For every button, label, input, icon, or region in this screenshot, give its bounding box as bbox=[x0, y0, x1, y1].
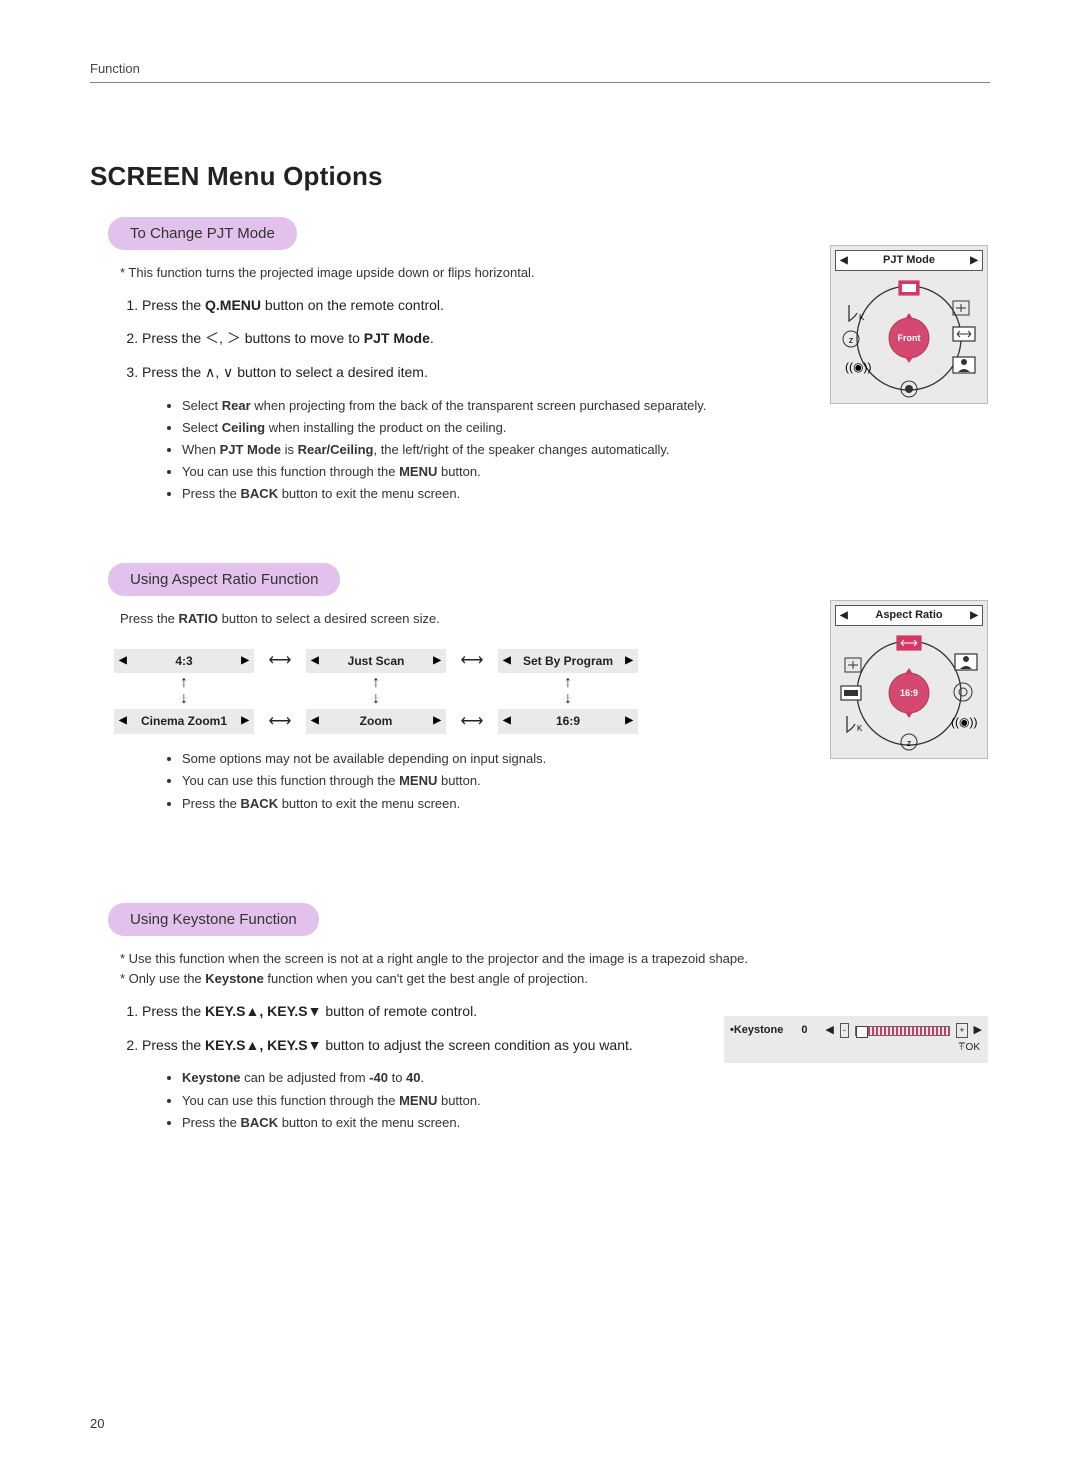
section-heading-keystone: Using Keystone Function bbox=[108, 903, 319, 936]
ratio-center-label: 16:9 bbox=[900, 688, 918, 698]
pjt-diagram-title: PJT Mode bbox=[883, 254, 935, 266]
pjt-step-3: Press the ∧, ∨ button to select a desire… bbox=[142, 363, 720, 383]
pjt-mode-diagram: ◀ PJT Mode ▶ Front K z ((◉)) bbox=[830, 245, 988, 404]
svg-text:z: z bbox=[849, 335, 854, 345]
chevron-left-icon: ◀ bbox=[840, 609, 848, 623]
pjt-center-label: Front bbox=[898, 333, 921, 343]
svg-text:((◉)): ((◉)) bbox=[951, 715, 977, 729]
ratio-cinema-zoom1: ◀Cinema Zoom1▶ bbox=[114, 709, 254, 734]
chevron-left-icon: ◀ bbox=[825, 1023, 833, 1038]
chevron-left-icon: ◀ bbox=[840, 254, 848, 268]
page-title: SCREEN Menu Options bbox=[90, 158, 990, 194]
keystone-step-1: Press the KEY.S▲, KEY.S▼ button of remot… bbox=[142, 1002, 690, 1022]
section-heading-pjt: To Change PJT Mode bbox=[108, 217, 297, 250]
svg-text:z: z bbox=[907, 738, 912, 748]
page-header: Function bbox=[90, 60, 990, 83]
page-number: 20 bbox=[90, 1415, 104, 1433]
ratio-4-3: ◀4:3▶ bbox=[114, 649, 254, 674]
ratio-zoom: ◀Zoom▶ bbox=[306, 709, 446, 734]
pjt-step-2: Press the ＜, ＞ buttons to move to PJT Mo… bbox=[142, 329, 720, 349]
pjt-bullet: When PJT Mode is Rear/Ceiling, the left/… bbox=[182, 441, 720, 459]
chevron-right-icon: ▶ bbox=[974, 1023, 982, 1038]
updown-arrow-icon: ↑↓ bbox=[114, 673, 254, 709]
section-keystone: Using Keystone Function * Use this funct… bbox=[90, 903, 990, 1132]
aspect-ratio-diagram: ◀ Aspect Ratio ▶ 16:9 K ((◉)) z bbox=[830, 600, 988, 759]
slider-max: + bbox=[956, 1023, 967, 1038]
keystone-note-1: * Use this function when the screen is n… bbox=[120, 950, 990, 968]
keystone-label: •Keystone bbox=[730, 1023, 783, 1038]
ratio-16-9: ◀16:9▶ bbox=[498, 709, 638, 734]
keystone-value: 0 bbox=[789, 1023, 819, 1038]
section-pjt-mode: To Change PJT Mode * This function turns… bbox=[90, 217, 990, 504]
double-arrow-icon: ⟷ bbox=[256, 711, 304, 733]
svg-text:((◉)): ((◉)) bbox=[845, 360, 871, 374]
keystone-step-2: Press the KEY.S▲, KEY.S▼ button to adjus… bbox=[142, 1036, 690, 1056]
svg-text:K: K bbox=[859, 313, 865, 322]
pjt-step-1: Press the Q.MENU button on the remote co… bbox=[142, 296, 720, 316]
aspect-ratio-flow: ◀4:3▶ ⟷ ◀Just Scan▶ ⟷ ◀Set By Program▶ ↑… bbox=[114, 649, 674, 735]
keystone-bullet: Press the BACK button to exit the menu s… bbox=[182, 1114, 690, 1132]
header-section: Function bbox=[90, 60, 140, 78]
chevron-right-icon: ▶ bbox=[970, 609, 978, 623]
keystone-bullet: You can use this function through the ME… bbox=[182, 1092, 690, 1110]
keystone-bullet: Keystone can be adjusted from -40 to 40. bbox=[182, 1069, 690, 1087]
keystone-slider[interactable] bbox=[855, 1026, 950, 1036]
keystone-note-2: * Only use the Keystone function when yo… bbox=[120, 970, 990, 988]
double-arrow-icon: ⟷ bbox=[448, 650, 496, 672]
ratio-bullet: You can use this function through the ME… bbox=[182, 772, 990, 790]
pjt-bullet: Press the BACK button to exit the menu s… bbox=[182, 485, 720, 503]
ratio-just-scan: ◀Just Scan▶ bbox=[306, 649, 446, 674]
section-aspect-ratio: Using Aspect Ratio Function Press the RA… bbox=[90, 563, 990, 812]
section-heading-ratio: Using Aspect Ratio Function bbox=[108, 563, 340, 596]
pjt-bullet: You can use this function through the ME… bbox=[182, 463, 720, 481]
svg-text:K: K bbox=[857, 724, 863, 733]
ok-label: ꔉOK bbox=[724, 1041, 988, 1059]
updown-arrow-icon: ↑↓ bbox=[498, 673, 638, 709]
ratio-set-by-program: ◀Set By Program▶ bbox=[498, 649, 638, 674]
keystone-osd: •Keystone 0 ◀ - + ▶ ꔉOK bbox=[724, 1016, 988, 1063]
ratio-diagram-title: Aspect Ratio bbox=[875, 609, 942, 621]
updown-arrow-icon: ↑↓ bbox=[306, 673, 446, 709]
double-arrow-icon: ⟷ bbox=[448, 711, 496, 733]
slider-min: - bbox=[840, 1023, 849, 1038]
pjt-bullet: Select Rear when projecting from the bac… bbox=[182, 397, 720, 415]
double-arrow-icon: ⟷ bbox=[256, 650, 304, 672]
chevron-right-icon: ▶ bbox=[970, 254, 978, 268]
ratio-bullet: Press the BACK button to exit the menu s… bbox=[182, 795, 990, 813]
pjt-bullet: Select Ceiling when installing the produ… bbox=[182, 419, 720, 437]
